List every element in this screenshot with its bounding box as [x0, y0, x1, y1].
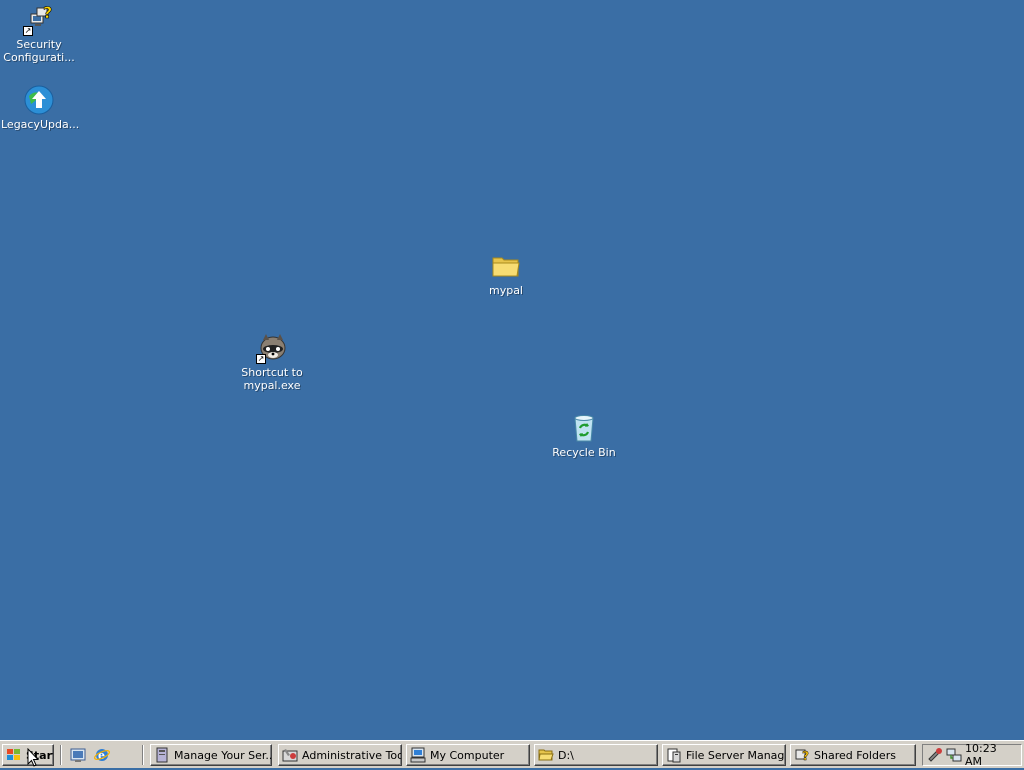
folder-icon: [490, 250, 522, 282]
desktop-icon-legacy-update[interactable]: LegacyUpda...: [0, 84, 79, 131]
windows-logo-icon: [6, 747, 22, 763]
taskbar-button-my-computer[interactable]: My Computer: [406, 744, 530, 766]
network-tools-tray-icon[interactable]: [927, 747, 943, 763]
desktop-icon-label: LegacyUpda...: [1, 118, 80, 131]
taskbar-button-file-server-management[interactable]: File Server Manag...: [662, 744, 786, 766]
admin-tools-icon: [282, 747, 298, 763]
desktop-icon-label: mypal: [488, 284, 523, 297]
taskbar-button-administrative-tools[interactable]: Administrative Tools: [278, 744, 402, 766]
svg-text:?: ?: [43, 4, 52, 22]
taskbar-button-manage-server[interactable]: Manage Your Ser...: [150, 744, 272, 766]
taskbar-button-label: Manage Your Ser...: [174, 748, 272, 762]
taskbar-button-label: D:\: [558, 748, 574, 762]
network-connection-tray-icon[interactable]: [946, 747, 962, 763]
svg-text:?: ?: [802, 749, 809, 763]
desktop-icon-label: Security Configurati...: [3, 38, 75, 64]
taskbar-separator: [142, 745, 144, 765]
taskbar: Start e Manage Your Ser...: [0, 740, 1024, 768]
file-server-icon: [666, 747, 682, 763]
taskbar-button-label: Administrative Tools: [302, 748, 402, 762]
taskbar-button-label: File Server Manag...: [686, 748, 786, 762]
desktop-icon-recycle-bin[interactable]: Recycle Bin: [544, 412, 624, 459]
system-tray: 10:23 AM: [922, 742, 1022, 768]
desktop-icon-label: Shortcut to mypal.exe: [241, 366, 303, 392]
security-config-icon: ? ↗: [23, 3, 53, 36]
internet-explorer-icon[interactable]: e: [94, 747, 110, 763]
taskbar-button-shared-folders[interactable]: ? Shared Folders: [790, 744, 916, 766]
mypal-raccoon-icon: ↗: [256, 332, 288, 364]
desktop[interactable]: ? ↗ Security Configurati... LegacyUpda..…: [0, 0, 1024, 740]
show-desktop-icon[interactable]: [70, 747, 86, 763]
desktop-icon-mypal-folder[interactable]: mypal: [466, 250, 546, 297]
desktop-icon-mypal-shortcut[interactable]: ↗ Shortcut to mypal.exe: [232, 332, 312, 392]
clock[interactable]: 10:23 AM: [965, 742, 1015, 768]
taskbar-button-d-drive[interactable]: D:\: [534, 744, 658, 766]
my-computer-icon: [410, 747, 426, 763]
taskbar-separator: [60, 745, 62, 765]
desktop-icon-security-configuration[interactable]: ? ↗ Security Configurati...: [0, 3, 79, 64]
manage-server-icon: [154, 747, 170, 763]
taskbar-button-label: My Computer: [430, 748, 505, 762]
legacy-update-icon: [23, 84, 55, 116]
taskbar-button-label: Shared Folders: [814, 748, 896, 762]
shared-folders-icon: ?: [794, 747, 810, 763]
desktop-icon-label: Recycle Bin: [552, 446, 616, 459]
recycle-bin-icon: [568, 412, 600, 444]
folder-open-icon: [538, 747, 554, 763]
mouse-cursor-icon: [27, 747, 40, 767]
